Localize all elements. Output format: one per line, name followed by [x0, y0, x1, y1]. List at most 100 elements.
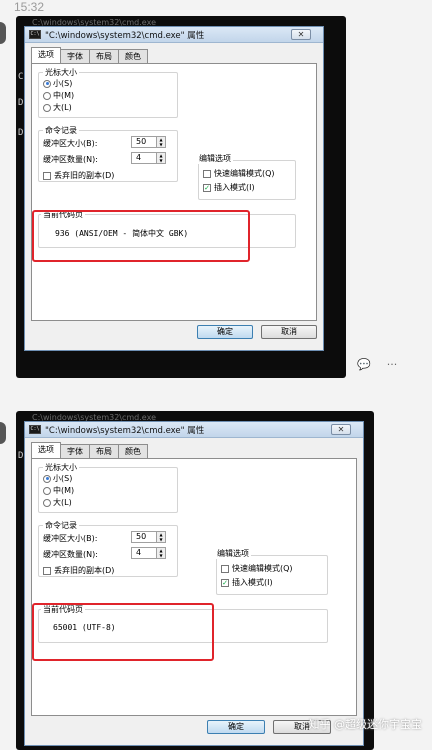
cmd-icon: C:\ — [29, 425, 41, 434]
radio-icon — [43, 91, 51, 100]
options-panel: 光标大小 小(S) 中(M) 大(L) 命令记录 缓冲区大小(B): 50 ▲ ▼ … — [31, 63, 317, 321]
edit-options-group: 编辑选项 快速编辑模式(Q) ✓ 插入模式(I) — [215, 548, 328, 595]
buffer-size-stepper[interactable]: 50 ▲ ▼ — [131, 136, 166, 148]
buffer-count-label: 缓冲区数量(N): — [43, 155, 98, 164]
tab-font[interactable]: 字体 — [60, 444, 90, 458]
cursor-size-group: 光标大小 小(S) 中(M) 大(L) — [38, 67, 178, 118]
radio-label: 大(L) — [53, 103, 72, 112]
dialog-title: "C:\windows\system32\cmd.exe" 属性 — [45, 30, 205, 41]
radio-label: 大(L) — [53, 498, 72, 507]
buffer-size-stepper[interactable]: 50 ▲ ▼ — [131, 531, 166, 543]
cmd-screenshot-image[interactable]: C:\windows\system32\cmd.exe D C:\ "C:\wi… — [16, 411, 374, 750]
tab-bar: 选项 字体 布局 颜色 — [31, 442, 148, 458]
edit-options-group: 编辑选项 快速编辑模式(Q) ✓ 插入模式(I) — [197, 153, 296, 200]
dialog-title: "C:\windows\system32\cmd.exe" 属性 — [45, 425, 205, 436]
buffer-size-value[interactable]: 50 — [131, 531, 157, 543]
close-button[interactable]: ✕ — [291, 29, 311, 40]
message-actions: 💬 ··· — [354, 358, 402, 372]
spinner-buttons[interactable]: ▲ ▼ — [157, 531, 166, 543]
cursor-size-label: 光标大小 — [43, 462, 79, 473]
checkbox-icon: ✓ — [203, 183, 211, 192]
radio-label: 小(S) — [53, 474, 73, 483]
cancel-button[interactable]: 取消 — [261, 325, 317, 339]
watermark: 知乎 @超级迷你宇宝宝 — [308, 718, 423, 731]
ok-button[interactable]: 确定 — [197, 325, 253, 339]
dialog-titlebar: C:\ "C:\windows\system32\cmd.exe" 属性 ✕ — [25, 27, 323, 43]
spin-down-icon[interactable]: ▼ — [157, 553, 165, 558]
checkbox-label: 丢弃旧的副本(D) — [54, 171, 115, 180]
checkbox-label: 插入模式(I) — [214, 183, 255, 192]
checkbox-icon — [203, 169, 211, 178]
radio-label: 中(M) — [53, 91, 75, 100]
discard-duplicates-checkbox[interactable]: 丢弃旧的副本(D) — [43, 170, 114, 181]
cursor-small-radio[interactable]: 小(S) — [43, 78, 72, 89]
close-button[interactable]: ✕ — [331, 424, 351, 435]
history-label: 命令记录 — [43, 125, 79, 136]
checkbox-icon — [43, 171, 51, 180]
history-group: 命令记录 缓冲区大小(B): 50 ▲ ▼ 缓冲区数量(N): 4 ▲ ▼ 丢弃旧的副本… — [38, 125, 178, 182]
comment-icon[interactable]: 💬 — [354, 358, 374, 372]
edit-options-label: 编辑选项 — [215, 548, 251, 559]
buffer-size-label: 缓冲区大小(B): — [43, 139, 98, 148]
quick-edit-checkbox[interactable]: 快速编辑模式(Q) — [203, 168, 275, 179]
radio-icon — [43, 498, 51, 507]
console-text: C — [18, 72, 24, 82]
checkbox-icon: ✓ — [221, 578, 229, 587]
tab-colors[interactable]: 颜色 — [118, 49, 148, 63]
spin-down-icon[interactable]: ▼ — [157, 537, 165, 542]
buffer-size-label: 缓冲区大小(B): — [43, 534, 98, 543]
cursor-large-radio[interactable]: 大(L) — [43, 497, 72, 508]
tab-options[interactable]: 选项 — [31, 47, 61, 63]
checkbox-label: 快速编辑模式(Q) — [232, 564, 293, 573]
spin-down-icon[interactable]: ▼ — [157, 158, 165, 163]
buffer-count-label: 缓冲区数量(N): — [43, 550, 98, 559]
tab-font[interactable]: 字体 — [60, 49, 90, 63]
buffer-count-value[interactable]: 4 — [131, 152, 157, 164]
cursor-large-radio[interactable]: 大(L) — [43, 102, 72, 113]
highlight-box — [32, 210, 250, 262]
edit-options-label: 编辑选项 — [197, 153, 233, 164]
cmd-screenshot-image[interactable]: C:\windows\system32\cmd.exe C D D C:\ "C… — [16, 16, 346, 378]
console-text: D — [18, 98, 24, 108]
radio-icon — [43, 103, 51, 112]
history-group: 命令记录 缓冲区大小(B): 50 ▲ ▼ 缓冲区数量(N): 4 ▲ ▼ 丢弃旧的副本… — [38, 520, 178, 577]
history-label: 命令记录 — [43, 520, 79, 531]
cursor-small-radio[interactable]: 小(S) — [43, 473, 72, 484]
cursor-medium-radio[interactable]: 中(M) — [43, 90, 74, 101]
insert-mode-checkbox[interactable]: ✓ 插入模式(I) — [203, 182, 255, 193]
tab-options[interactable]: 选项 — [31, 442, 61, 458]
checkbox-icon — [43, 566, 51, 575]
console-text: D — [18, 451, 24, 461]
discard-duplicates-checkbox[interactable]: 丢弃旧的副本(D) — [43, 565, 114, 576]
radio-icon — [43, 79, 51, 88]
buffer-count-value[interactable]: 4 — [131, 547, 157, 559]
avatar[interactable] — [0, 22, 6, 44]
properties-dialog: C:\ "C:\windows\system32\cmd.exe" 属性 ✕ 选… — [24, 421, 364, 746]
buffer-count-stepper[interactable]: 4 ▲ ▼ — [131, 152, 166, 164]
spinner-buttons[interactable]: ▲ ▼ — [157, 547, 166, 559]
tab-bar: 选项 字体 布局 颜色 — [31, 47, 148, 63]
cursor-medium-radio[interactable]: 中(M) — [43, 485, 74, 496]
insert-mode-checkbox[interactable]: ✓ 插入模式(I) — [221, 577, 273, 588]
radio-label: 中(M) — [53, 486, 75, 495]
buffer-count-stepper[interactable]: 4 ▲ ▼ — [131, 547, 166, 559]
spin-down-icon[interactable]: ▼ — [157, 142, 165, 147]
ok-button[interactable]: 确定 — [207, 720, 265, 734]
checkbox-label: 插入模式(I) — [232, 578, 273, 587]
radio-icon — [43, 486, 51, 495]
quick-edit-checkbox[interactable]: 快速编辑模式(Q) — [221, 563, 293, 574]
cursor-size-group: 光标大小 小(S) 中(M) 大(L) — [38, 462, 178, 513]
buffer-size-value[interactable]: 50 — [131, 136, 157, 148]
avatar[interactable] — [0, 422, 6, 444]
properties-dialog: C:\ "C:\windows\system32\cmd.exe" 属性 ✕ 选… — [24, 26, 324, 351]
spinner-buttons[interactable]: ▲ ▼ — [157, 152, 166, 164]
more-icon[interactable]: ··· — [382, 358, 402, 372]
checkbox-label: 快速编辑模式(Q) — [214, 169, 275, 178]
radio-label: 小(S) — [53, 79, 73, 88]
radio-icon — [43, 474, 51, 483]
spinner-buttons[interactable]: ▲ ▼ — [157, 136, 166, 148]
tab-layout[interactable]: 布局 — [89, 444, 119, 458]
console-text: D — [18, 128, 24, 138]
tab-colors[interactable]: 颜色 — [118, 444, 148, 458]
tab-layout[interactable]: 布局 — [89, 49, 119, 63]
